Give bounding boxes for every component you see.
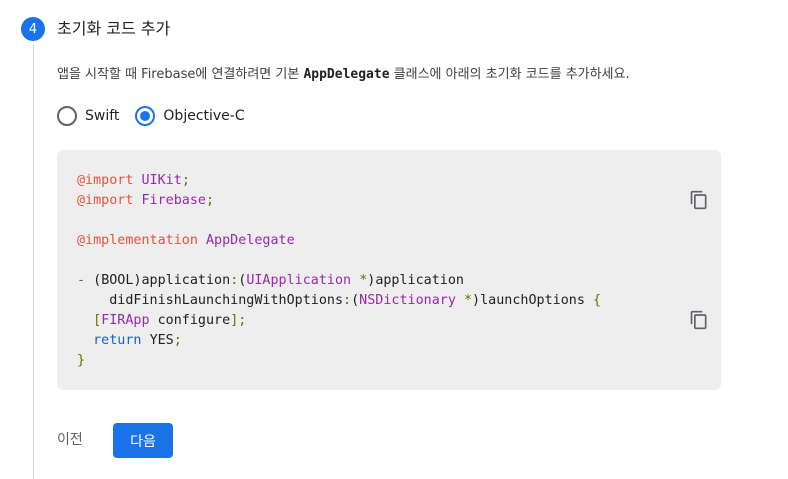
radio-swift-circle[interactable] xyxy=(57,106,77,126)
code-type-uiapplication: UIApplication xyxy=(246,273,352,288)
radio-objective-c-circle[interactable] xyxy=(135,106,156,126)
code-class-firapp: FIRApp xyxy=(101,313,150,328)
code-implementation-keyword: @implementation xyxy=(77,233,198,248)
code-return-keyword: return xyxy=(93,333,142,348)
next-button[interactable]: 다음 xyxy=(113,423,173,458)
code-method-application: application xyxy=(141,273,231,288)
copy-icon xyxy=(690,190,707,210)
code-return-value: YES xyxy=(149,333,174,348)
copy-method-button[interactable] xyxy=(687,308,711,332)
code-class-appdelegate: AppDelegate xyxy=(206,233,295,248)
radio-objective-c[interactable]: Objective-C xyxy=(135,106,245,126)
code-bool-type: BOOL xyxy=(101,273,134,288)
copy-imports-button[interactable] xyxy=(687,188,711,212)
code-message-configure: configure xyxy=(157,313,231,328)
radio-swift[interactable]: Swift xyxy=(57,106,119,126)
code-type-nsdictionary: NSDictionary xyxy=(359,293,456,308)
instruction-text: 앱을 시작할 때 Firebase에 연결하려면 기본 AppDelegate … xyxy=(57,66,630,84)
code-selector: didFinishLaunchingWithOptions xyxy=(109,293,344,308)
code-module-uikit: UIKit xyxy=(141,173,182,188)
radio-objective-c-label: Objective-C xyxy=(163,108,245,124)
prev-button[interactable]: 이전 xyxy=(57,424,85,456)
radio-selected-dot xyxy=(140,111,151,121)
code-import-keyword: @import xyxy=(77,173,134,188)
stepper-line xyxy=(33,44,34,479)
radio-swift-label: Swift xyxy=(85,108,120,124)
instruction-text-before: 앱을 시작할 때 Firebase에 연결하려면 기본 xyxy=(57,67,304,82)
code-import-keyword-2: @import xyxy=(77,193,134,208)
instruction-code: AppDelegate xyxy=(303,67,390,82)
code-content: @import UIKit; @import Firebase; @implem… xyxy=(77,173,602,368)
code-module-firebase: Firebase xyxy=(141,193,207,208)
instruction-text-after: 클래스에 아래의 초기화 코드를 추가하세요. xyxy=(389,67,630,82)
code-arg-application: application xyxy=(375,273,464,288)
step-title: 초기화 코드 추가 xyxy=(57,19,171,38)
code-arg-launchoptions: launchOptions xyxy=(480,293,585,308)
copy-icon xyxy=(690,310,707,330)
step-number-badge: 4 xyxy=(21,17,45,41)
code-block: @import UIKit; @import Firebase; @implem… xyxy=(57,150,721,390)
language-radio-group: Swift Objective-C xyxy=(57,105,261,127)
